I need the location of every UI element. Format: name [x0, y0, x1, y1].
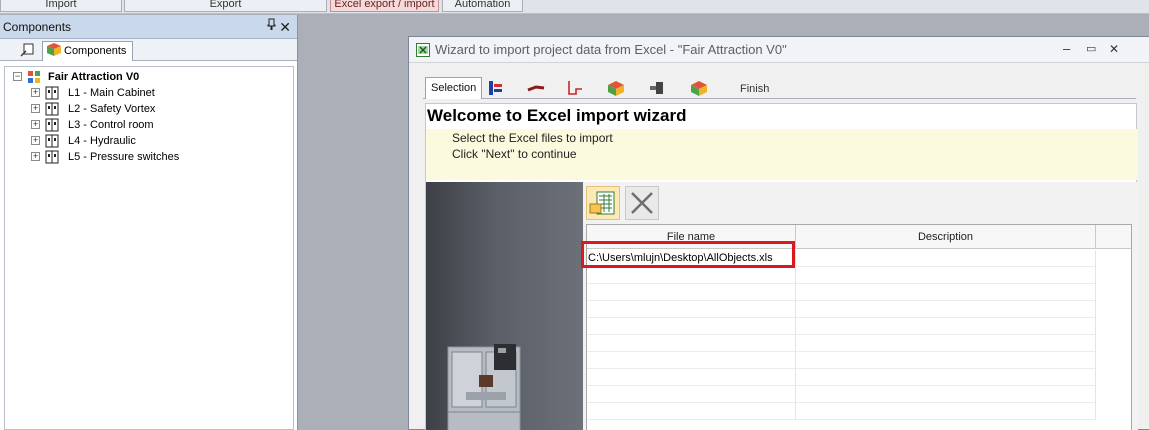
tree-root[interactable]: − Fair Attraction V0 — [11, 69, 291, 85]
tab-selection[interactable]: Selection — [425, 77, 483, 99]
cabinet-icon — [45, 102, 59, 116]
table-cell-empty — [796, 318, 1096, 335]
tree-item-label: L1 - Main Cabinet — [68, 87, 155, 99]
tab-components[interactable]: Components — [42, 41, 134, 61]
connector-icon[interactable] — [647, 79, 667, 97]
tree-item-label: L5 - Pressure switches — [68, 151, 180, 163]
component-tree: − Fair Attraction V0 + L1 - Main Cabinet… — [4, 66, 294, 430]
components-view-icon[interactable] — [20, 42, 38, 58]
minimize-button[interactable]: – — [1063, 37, 1070, 61]
excel-export-import-button[interactable]: Excel export / import — [330, 0, 439, 12]
tab-finish[interactable]: Finish — [740, 79, 769, 101]
expand-icon[interactable]: + — [31, 136, 40, 145]
wiring-icon[interactable] — [485, 79, 505, 97]
table-cell-description[interactable] — [796, 250, 1096, 267]
table-cell-empty — [796, 335, 1096, 352]
cabinet-icon — [45, 150, 59, 164]
import-wizard-window: Wizard to import project data from Excel… — [408, 36, 1149, 430]
table-cell-empty — [587, 318, 796, 335]
cabinet-icon — [45, 86, 59, 100]
part-cube-icon — [47, 43, 61, 56]
tree-item[interactable]: + L2 - Safety Vortex — [29, 101, 289, 117]
tree-item[interactable]: + L4 - Hydraulic — [29, 133, 289, 149]
import-button[interactable]: Import — [0, 0, 122, 12]
close-window-button[interactable]: ✕ — [1109, 37, 1119, 61]
table-cell-empty — [587, 301, 796, 318]
table-cell-empty — [587, 369, 796, 386]
expand-icon[interactable]: + — [31, 88, 40, 97]
panel-title: Components — [3, 20, 72, 34]
tab-components-label: Components — [64, 45, 127, 57]
panel-title-bar: Components ✕ — [0, 15, 297, 39]
cabinet-icon — [45, 134, 59, 148]
wizard-step-tabs: Selection Finish — [423, 77, 1136, 99]
tree-item[interactable]: + L5 - Pressure switches — [29, 149, 289, 165]
machine-photo — [426, 182, 583, 430]
tree-item-label: L3 - Control room — [68, 119, 154, 131]
table-cell-empty — [796, 301, 1096, 318]
automation-button[interactable]: Automation — [442, 0, 523, 12]
table-cell-empty — [796, 386, 1096, 403]
collapse-icon[interactable]: − — [13, 72, 22, 81]
tree-item-label: L2 - Safety Vortex — [68, 103, 156, 115]
table-cell-empty — [587, 284, 796, 301]
maximize-button[interactable]: ▭ — [1086, 37, 1096, 61]
expand-icon[interactable]: + — [31, 152, 40, 161]
remove-file-button[interactable] — [625, 186, 659, 220]
column-header-description[interactable]: Description — [796, 225, 1096, 249]
table-cell-empty — [796, 284, 1096, 301]
table-cell-empty — [587, 352, 796, 369]
pipe-icon[interactable] — [565, 79, 585, 97]
add-excel-file-icon — [589, 191, 615, 215]
part-cube-icon[interactable] — [606, 79, 626, 97]
ribbon-strip: Import Export Excel export / import Auto… — [0, 0, 1149, 14]
file-selection-area: File name Description C:\Users\mlujn\Des… — [583, 182, 1138, 430]
tree-item-label: L4 - Hydraulic — [68, 135, 136, 147]
instruction-line: Select the Excel files to import — [452, 131, 613, 145]
add-file-button[interactable] — [586, 186, 620, 220]
part-cube-icon[interactable] — [689, 79, 709, 97]
tree-root-label: Fair Attraction V0 — [48, 71, 140, 83]
components-panel: Components ✕ Components − Fair Attractio… — [0, 15, 298, 430]
project-icon — [28, 71, 40, 83]
table-cell-empty — [796, 403, 1096, 420]
table-cell-empty — [796, 352, 1096, 369]
export-button[interactable]: Export — [124, 0, 327, 12]
tree-item[interactable]: + L1 - Main Cabinet — [29, 85, 289, 101]
instructions-panel: Select the Excel files to import Click "… — [426, 129, 1138, 180]
cabinet-icon — [45, 118, 59, 132]
wizard-heading: Welcome to Excel import wizard — [427, 106, 687, 125]
table-cell-empty — [587, 267, 796, 284]
cable-icon[interactable] — [526, 79, 546, 97]
expand-icon[interactable]: + — [31, 120, 40, 129]
column-header-filler — [1096, 225, 1131, 249]
table-cell-empty — [587, 335, 796, 352]
table-cell-empty — [796, 267, 1096, 284]
close-icon[interactable]: ✕ — [279, 15, 291, 39]
highlight-box — [581, 241, 795, 268]
wizard-title: Wizard to import project data from Excel… — [435, 42, 787, 57]
instruction-line: Click "Next" to continue — [452, 147, 577, 161]
table-cell-empty — [796, 369, 1096, 386]
pin-icon[interactable] — [267, 15, 276, 39]
table-cell-empty — [587, 403, 796, 420]
table-cell-empty — [587, 386, 796, 403]
remove-x-icon — [631, 192, 653, 214]
wizard-title-bar[interactable]: Wizard to import project data from Excel… — [409, 37, 1149, 63]
excel-icon — [416, 43, 430, 57]
panel-tab-strip: Components — [0, 39, 297, 61]
tree-item[interactable]: + L3 - Control room — [29, 117, 289, 133]
expand-icon[interactable]: + — [31, 104, 40, 113]
